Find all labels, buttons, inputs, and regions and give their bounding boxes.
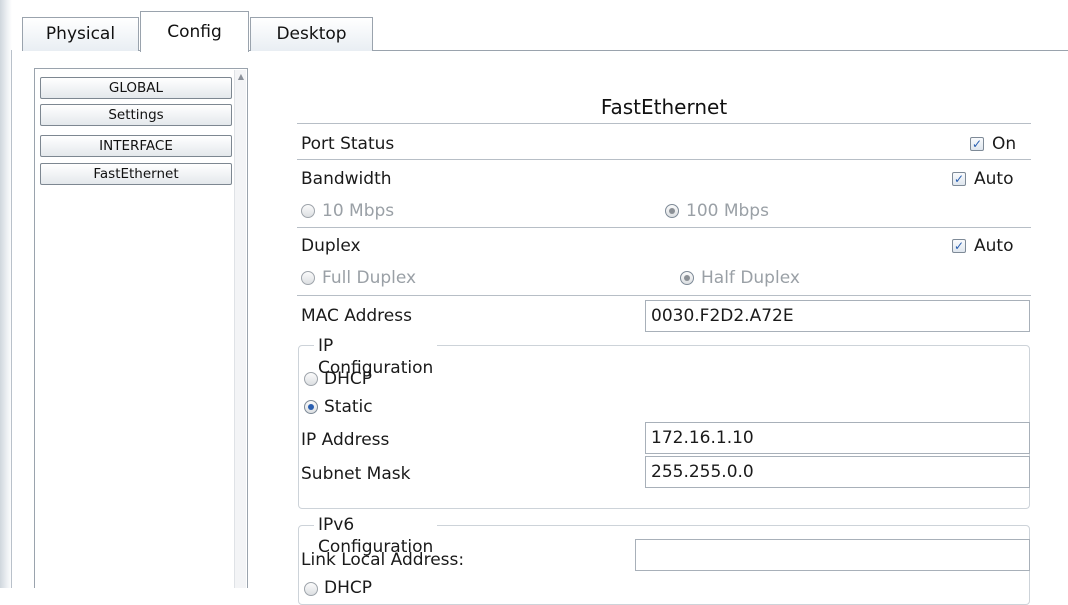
- duplex-auto-checkbox[interactable]: ✓: [952, 239, 966, 253]
- page-title: FastEthernet: [297, 92, 1031, 124]
- bandwidth-auto-checkbox[interactable]: ✓: [952, 172, 966, 186]
- sidebar-item-global[interactable]: GLOBAL: [40, 77, 232, 99]
- window-edge-line: [11, 50, 12, 588]
- subnet-mask-label: Subnet Mask: [301, 464, 411, 484]
- half-duplex-radio[interactable]: [680, 271, 694, 285]
- sidebar-item-fastethernet[interactable]: FastEthernet: [40, 163, 232, 185]
- sidebar: GLOBAL Settings INTERFACE FastEthernet ▲: [34, 68, 248, 588]
- ip-static-radio[interactable]: [304, 400, 318, 414]
- link-local-address-field[interactable]: [635, 539, 1030, 571]
- sidebar-scrollbar[interactable]: ▲: [234, 70, 246, 588]
- tab-physical[interactable]: Physical: [22, 17, 139, 51]
- bandwidth-10-radio[interactable]: [301, 204, 315, 218]
- ip-static-label: Static: [324, 397, 373, 417]
- bandwidth-auto-label: Auto: [974, 169, 1014, 189]
- mac-address-label: MAC Address: [301, 306, 412, 326]
- tab-config[interactable]: Config: [140, 11, 249, 52]
- ip-address-field[interactable]: 172.16.1.10: [645, 422, 1030, 454]
- ip-dhcp-label: DHCP: [324, 369, 372, 389]
- bandwidth-label: Bandwidth: [301, 169, 392, 189]
- scroll-up-icon[interactable]: ▲: [236, 72, 246, 82]
- bandwidth-100-radio[interactable]: [665, 204, 679, 218]
- full-duplex-label: Full Duplex: [322, 268, 417, 288]
- divider: [297, 295, 1031, 296]
- bandwidth-10-label: 10 Mbps: [322, 201, 395, 221]
- ip-address-label: IP Address: [301, 430, 390, 450]
- port-status-label: Port Status: [301, 134, 395, 154]
- port-status-checkbox[interactable]: ✓: [970, 137, 984, 151]
- sidebar-item-settings[interactable]: Settings: [40, 104, 232, 126]
- full-duplex-radio[interactable]: [301, 271, 315, 285]
- tab-desktop[interactable]: Desktop: [250, 17, 373, 51]
- ipv6-dhcp-label: DHCP: [324, 578, 372, 598]
- ipv6-dhcp-radio[interactable]: [304, 582, 318, 596]
- divider: [297, 159, 1031, 160]
- link-local-address-label: Link Local Address:: [301, 550, 465, 570]
- divider: [297, 227, 1031, 228]
- tab-bar: Physical Config Desktop: [0, 0, 1068, 53]
- mac-address-field[interactable]: 0030.F2D2.A72E: [645, 300, 1030, 332]
- bandwidth-100-label: 100 Mbps: [686, 201, 769, 221]
- duplex-label: Duplex: [301, 236, 361, 256]
- half-duplex-label: Half Duplex: [701, 268, 800, 288]
- subnet-mask-field[interactable]: 255.255.0.0: [645, 456, 1030, 488]
- ip-dhcp-radio[interactable]: [304, 372, 318, 386]
- duplex-auto-label: Auto: [974, 236, 1014, 256]
- port-status-on-label: On: [992, 134, 1017, 154]
- sidebar-item-interface[interactable]: INTERFACE: [40, 135, 232, 157]
